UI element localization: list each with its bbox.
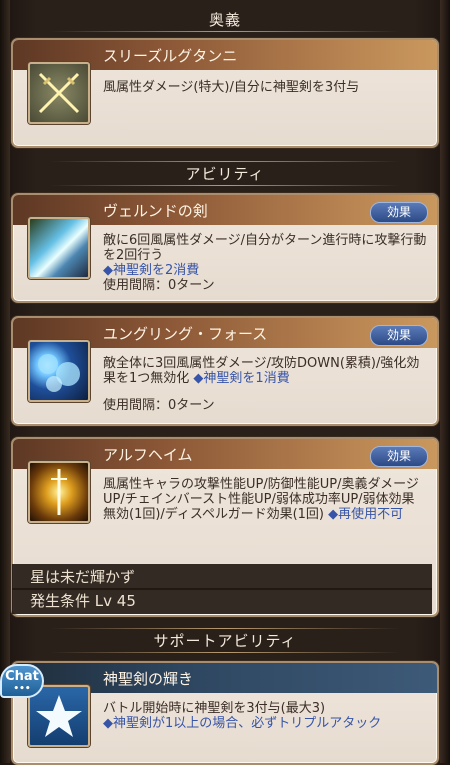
divider (50, 161, 400, 162)
wind-slash-icon (28, 217, 90, 279)
chat-button[interactable]: Chat ••• (0, 664, 44, 698)
ability-card-1[interactable]: ヴェルンドの剣 効果 敵に6回風属性ダメージ/自分がターン進行時に攻撃行動を2回… (11, 193, 439, 303)
support-effect-text: バトル開始時に神聖剣を3付与(最大3) (103, 701, 326, 716)
golden-sword-aura-icon (28, 461, 90, 523)
section-title: サポートアビリティ (153, 631, 297, 650)
wind-orbs-icon (28, 340, 90, 402)
ability-cost-note: ◆神聖剣を1消費 (193, 371, 290, 386)
section-title: アビリティ (185, 164, 265, 183)
section-header-ability: アビリティ (10, 158, 440, 188)
section-header-support: サポートアビリティ (10, 625, 440, 655)
ability-name: アルフヘイム (103, 446, 193, 464)
ability-card-2[interactable]: ユングリング・フォース 効果 敵全体に3回風属性ダメージ/攻防DOWN(累積)/… (11, 316, 439, 426)
support-description: バトル開始時に神聖剣を3付与(最大3) ◆神聖剣が1以上の場合、必ずトリプルアタ… (103, 701, 427, 731)
crossed-swords-icon (28, 62, 90, 124)
effect-button[interactable]: 効果 (370, 446, 428, 467)
chat-label: Chat (5, 669, 39, 684)
ougi-card[interactable]: スリーズルグタンニ 風属性ダメージ(特大)/自分に神聖剣を3付与 (11, 38, 439, 148)
ougi-description: 風属性ダメージ(特大)/自分に神聖剣を3付与 (103, 80, 360, 95)
chat-dots-icon: ••• (13, 684, 31, 694)
ougi-name: スリーズルグタンニ (103, 47, 238, 65)
support-name: 神聖剣の輝き (103, 670, 194, 688)
section-title: 奥義 (208, 10, 241, 29)
ability-effect-text: 敵に6回風属性ダメージ/自分がターン進行時に攻撃行動を2回行う (103, 233, 427, 263)
divider (50, 652, 400, 653)
ability-description: 敵全体に3回風属性ダメージ/攻防DOWN(累積)/強化効果を1つ無効化 ◆神聖剣… (103, 356, 427, 413)
divider (50, 628, 400, 629)
support-ability-card[interactable]: 神聖剣の輝き バトル開始時に神聖剣を3付与(最大3) ◆神聖剣が1以上の場合、必… (11, 661, 439, 765)
ability-effect-text: 敵全体に3回風属性ダメージ/攻防DOWN(累積)/強化効果を1つ無効化 ◆神聖剣… (103, 356, 427, 386)
ability-reuse-note: ◆再使用不可 (328, 507, 404, 522)
divider (50, 31, 400, 32)
right-frame (440, 0, 450, 763)
left-frame (0, 0, 10, 763)
locked-status: 星は未だ輝かず (12, 564, 432, 590)
divider (50, 185, 400, 186)
ability-description: 風属性キャラの攻撃性能UP/防御性能UP/奥義ダメージUP/チェインバースト性能… (103, 477, 427, 522)
ability-name: ヴェルンドの剣 (103, 202, 208, 220)
ability-description: 敵に6回風属性ダメージ/自分がターン進行時に攻撃行動を2回行う ◆神聖剣を2消費… (103, 233, 427, 293)
support-note: ◆神聖剣が1以上の場合、必ずトリプルアタック (103, 716, 382, 731)
section-header-ougi: 奥義 (10, 4, 440, 34)
ability-name: ユングリング・フォース (103, 325, 268, 343)
ability-cooldown: 使用間隔：0ターン (103, 398, 215, 413)
ability-cooldown: 使用間隔：0ターン (103, 278, 215, 293)
effect-button[interactable]: 効果 (370, 325, 428, 346)
ability-cost-note: ◆神聖剣を2消費 (103, 263, 200, 278)
effect-button[interactable]: 効果 (370, 202, 428, 223)
unlock-condition: 発生条件 Lv 45 (12, 588, 432, 614)
